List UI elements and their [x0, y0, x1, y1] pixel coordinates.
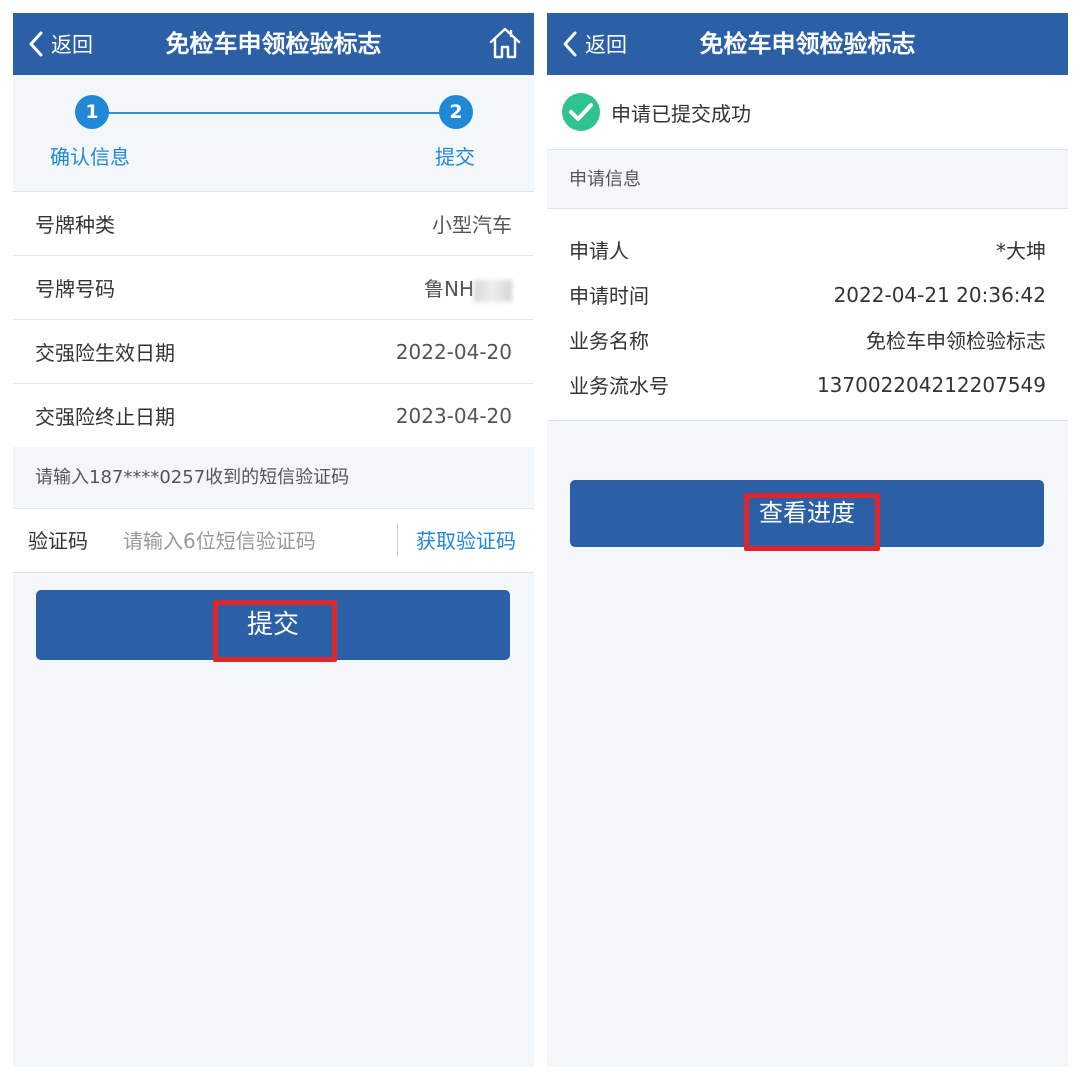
- list-item: 业务流水号 137002204212207549: [547, 362, 1068, 407]
- code-label: 验证码: [28, 529, 88, 553]
- get-code-button[interactable]: 获取验证码: [416, 509, 516, 573]
- row-label: 号牌号码: [35, 277, 115, 301]
- step-2-circle: 2: [439, 95, 473, 129]
- row-value: 小型汽车: [432, 213, 512, 237]
- step-1-label: 确认信息: [50, 145, 130, 169]
- confirm-screen: 返回 免检车申领检验标志 1 2 确认信息 提交 号牌种类 小型汽车 号牌号码 …: [13, 13, 534, 1067]
- info-label: 申请人: [569, 239, 629, 263]
- verification-code-row: 验证码 获取验证码: [13, 509, 534, 573]
- list-item: 交强险生效日期 2022-04-20: [13, 320, 534, 384]
- sms-tip: 请输入187****0257收到的短信验证码: [13, 447, 534, 509]
- vehicle-info-list: 号牌种类 小型汽车 号牌号码 鲁NH 交强险生效日期 2022-04-20 交强…: [13, 191, 534, 448]
- view-progress-button[interactable]: 查看进度: [570, 480, 1044, 547]
- row-value: 2023-04-20: [395, 403, 512, 428]
- info-label: 申请时间: [569, 284, 649, 308]
- info-value: 137002204212207549: [816, 372, 1046, 397]
- row-label: 交强险生效日期: [35, 341, 175, 365]
- list-item: 号牌种类 小型汽车: [13, 192, 534, 256]
- application-info-list: 申请人 *大坤 申请时间 2022-04-21 20:36:42 业务名称 免检…: [547, 209, 1068, 421]
- code-input[interactable]: [123, 523, 383, 559]
- list-item: 申请时间 2022-04-21 20:36:42: [547, 272, 1068, 317]
- list-item: 业务名称 免检车申领检验标志: [547, 317, 1068, 362]
- success-banner: 申请已提交成功: [547, 75, 1068, 149]
- info-label: 业务名称: [569, 329, 649, 353]
- plate-number-value: 鲁NH: [424, 273, 512, 302]
- row-value: 2022-04-20: [395, 339, 512, 364]
- top-nav-bar: 返回 免检车申领检验标志: [13, 13, 534, 75]
- top-nav-bar: 返回 免检车申领检验标志: [547, 13, 1068, 75]
- check-circle-icon: [562, 93, 600, 131]
- step-indicator: 1 2 确认信息 提交: [13, 75, 534, 191]
- list-item: 交强险终止日期 2023-04-20: [13, 384, 534, 448]
- list-item: 号牌号码 鲁NH: [13, 256, 534, 320]
- page-title: 免检车申领检验标志: [699, 30, 916, 58]
- row-label: 号牌种类: [35, 213, 115, 237]
- plate-number-text: 鲁NH: [424, 277, 474, 301]
- row-label: 交强险终止日期: [35, 405, 175, 429]
- info-value: *大坤: [996, 239, 1046, 263]
- submit-button[interactable]: 提交: [36, 590, 510, 660]
- step-connector: [93, 112, 457, 114]
- success-text: 申请已提交成功: [611, 101, 751, 126]
- divider: [397, 523, 398, 557]
- page-title: 免检车申领检验标志: [165, 30, 382, 58]
- list-item: 申请人 *大坤: [547, 227, 1068, 272]
- result-screen: 返回 免检车申领检验标志 申请已提交成功 申请信息 申请人 *大坤 申请时间 2…: [547, 13, 1068, 1067]
- section-title: 申请信息: [547, 149, 1068, 209]
- blurred-region: [474, 279, 512, 302]
- step-1-circle: 1: [75, 95, 109, 129]
- step-2-label: 提交: [435, 145, 475, 169]
- info-label: 业务流水号: [569, 374, 669, 398]
- info-value: 2022-04-21 20:36:42: [833, 282, 1046, 307]
- info-value: 免检车申领检验标志: [866, 329, 1046, 353]
- home-icon[interactable]: [488, 25, 522, 61]
